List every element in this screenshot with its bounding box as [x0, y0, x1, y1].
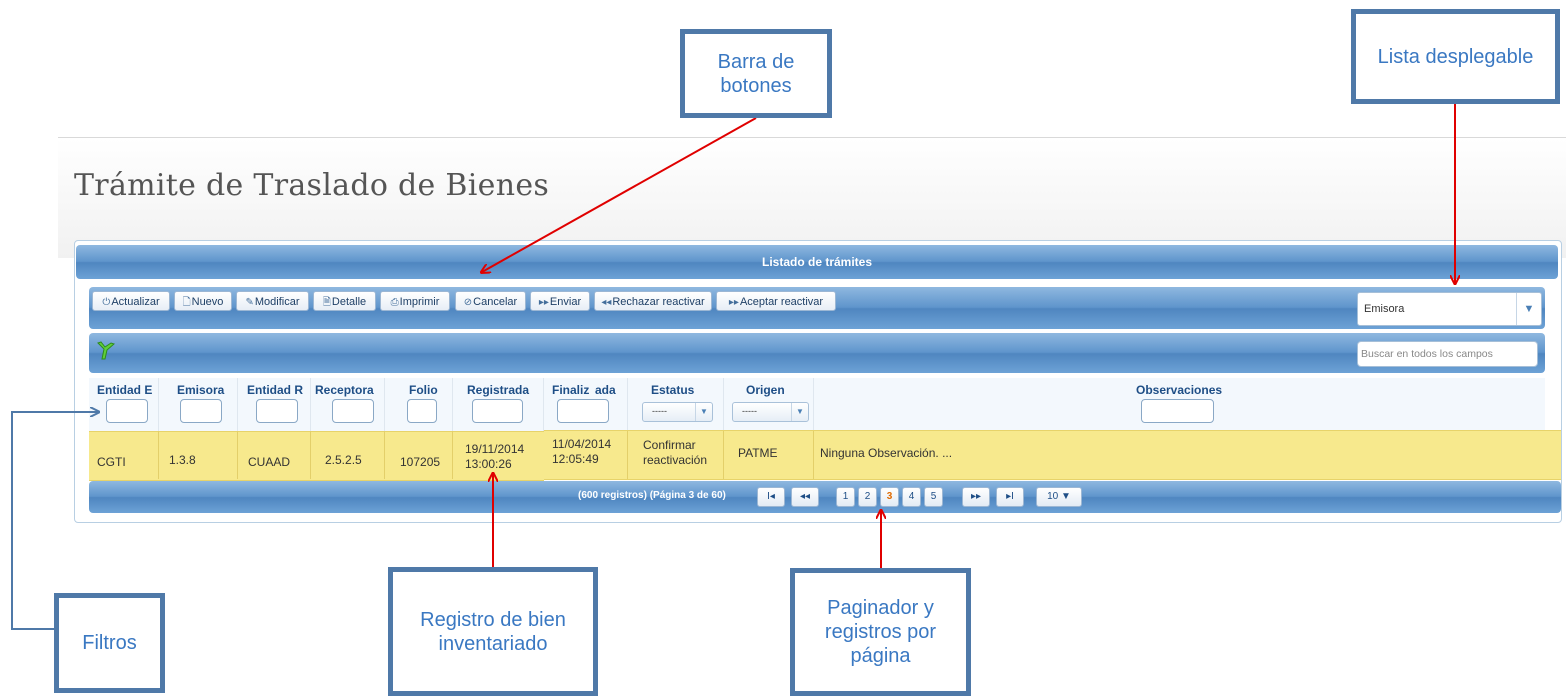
- callout-lista-desplegable: Lista desplegable: [1351, 9, 1560, 104]
- arrow-barra: [482, 117, 757, 272]
- callout-registro-de-bien: Registro de bien inventariado: [388, 567, 598, 696]
- callout-paginador: Paginador y registros por página: [790, 568, 971, 696]
- callout-filtros: Filtros: [54, 593, 165, 693]
- callout-barra-de-botones: Barra de botones: [680, 29, 832, 118]
